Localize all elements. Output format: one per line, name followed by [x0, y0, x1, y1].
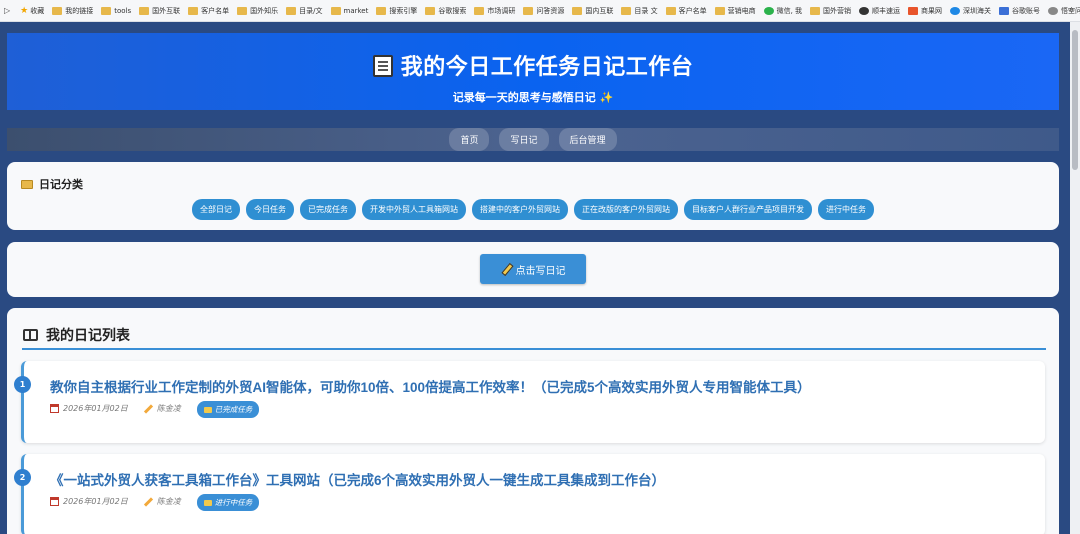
folder-icon	[101, 6, 112, 15]
entry-meta: 2026年01月02日 陈金凌 已完成任务	[50, 399, 260, 418]
bookmark-item[interactable]: 国外知乐	[237, 6, 278, 16]
bookmark-item[interactable]: 国外互联	[139, 6, 180, 16]
entry-category-badge[interactable]: 进行中任务	[196, 494, 260, 511]
folder-icon	[286, 6, 297, 15]
bookmark-item[interactable]: 微信, 我	[763, 6, 802, 16]
bookmark-item[interactable]: 深圳海关	[950, 6, 991, 16]
diary-list-heading: 我的日记列表	[23, 325, 130, 345]
bookmark-item[interactable]: 商果网	[908, 6, 942, 16]
bookmark-favorites[interactable]: ★ 收藏	[20, 6, 44, 16]
category-card: 日记分类 全部日记 今日任务 已完成任务 开发中外贸人工具箱网站 搭建中的客户外…	[7, 162, 1059, 230]
bookmark-item[interactable]: 客户名单	[665, 6, 707, 16]
page-header: 我的今日工作任务日记工作台 记录每一天的思考与感悟日记 ✨	[7, 33, 1059, 110]
bookmarks-bar: ▷ ★ 收藏 我的链接 tools 国外互联 客户名单 国外知乐 目录/文 mar…	[0, 0, 1080, 22]
heading-divider	[22, 348, 1046, 350]
write-diary-card: 点击写日记	[7, 242, 1059, 297]
diary-entry[interactable]: 2 《一站式外贸人获客工具箱工作台》工具网站（已完成6个高效实用外贸人一键生成工…	[14, 454, 1045, 534]
bookmark-item[interactable]: 悟空问答	[1048, 6, 1080, 16]
page-title: 我的今日工作任务日记工作台	[7, 49, 1059, 81]
category-client-site-redesign[interactable]: 正在改版的客户外贸网站	[574, 199, 678, 220]
bookmark-item[interactable]: 我的链接	[52, 6, 93, 16]
google-account-icon	[999, 6, 1010, 15]
folder-icon	[665, 6, 676, 15]
folder-icon	[139, 6, 150, 15]
bookmark-item[interactable]: 目录 文	[621, 6, 658, 16]
bookmark-item[interactable]: market	[330, 6, 368, 15]
folder-icon	[376, 6, 387, 15]
entry-category-badge[interactable]: 已完成任务	[196, 401, 260, 418]
folder-icon	[237, 6, 248, 15]
category-completed[interactable]: 已完成任务	[300, 199, 356, 220]
folder-icon	[810, 6, 821, 15]
pencil-icon	[501, 264, 511, 274]
calendar-icon	[50, 497, 59, 506]
entry-title-link[interactable]: 教你自主根据行业工作定制的外贸AI智能体，可助你10倍、100倍提高工作效率！（…	[50, 376, 811, 396]
category-list: 全部日记 今日任务 已完成任务 开发中外贸人工具箱网站 搭建中的客户外贸网站 正…	[7, 199, 1059, 220]
category-client-site-building[interactable]: 搭建中的客户外贸网站	[472, 199, 568, 220]
category-toolbox-dev[interactable]: 开发中外贸人工具箱网站	[362, 199, 466, 220]
category-heading: 日记分类	[21, 176, 83, 192]
bookmark-item[interactable]: 目录/文	[286, 6, 323, 16]
folder-icon	[203, 406, 212, 413]
page-subtitle: 记录每一天的思考与感悟日记 ✨	[452, 91, 614, 104]
folder-icon	[474, 6, 485, 15]
site-icon	[908, 6, 919, 15]
folder-icon	[523, 6, 534, 15]
entry-meta: 2026年01月02日 陈金凌 进行中任务	[50, 492, 260, 511]
folder-icon	[621, 6, 632, 15]
diary-list-card: 我的日记列表 1 教你自主根据行业工作定制的外贸AI智能体，可助你10倍、100…	[7, 308, 1059, 534]
bookmark-item[interactable]: 谷歌账号	[999, 6, 1040, 16]
pen-icon	[144, 497, 153, 506]
sidebar-toggle-icon[interactable]: ▷	[4, 6, 10, 15]
folder-icon	[572, 6, 583, 15]
folder-icon	[330, 6, 341, 15]
bookmark-item[interactable]: 顺丰速运	[859, 6, 900, 16]
nav-home[interactable]: 首页	[449, 128, 490, 151]
folder-icon	[203, 499, 212, 506]
memo-icon	[372, 55, 393, 77]
main-nav: 首页 写日记 后台管理	[7, 128, 1059, 151]
book-icon	[23, 329, 38, 341]
folder-icon	[21, 179, 33, 189]
entry-author: 陈金凌	[144, 403, 181, 414]
wechat-icon	[763, 6, 774, 15]
category-target-customers[interactable]: 目标客户人群行业产品项目开发	[684, 199, 812, 220]
entry-date: 2026年01月02日	[50, 496, 128, 507]
bookmark-item[interactable]: 营销电商	[714, 6, 756, 16]
nav-write-diary[interactable]: 写日记	[499, 128, 549, 151]
bookmark-item[interactable]: 国内互联	[572, 6, 613, 16]
bookmark-item[interactable]: 国外营销	[810, 6, 851, 16]
diary-entry[interactable]: 1 教你自主根据行业工作定制的外贸AI智能体，可助你10倍、100倍提高工作效率…	[14, 361, 1045, 443]
folder-icon	[425, 6, 436, 15]
bookmark-item[interactable]: 问答资源	[523, 6, 564, 16]
entry-author: 陈金凌	[144, 496, 181, 507]
scrollbar-thumb[interactable]	[1072, 30, 1078, 170]
bookmark-item[interactable]: 搜索引擎	[376, 6, 417, 16]
sf-express-icon	[859, 6, 870, 15]
entry-title-link[interactable]: 《一站式外贸人获客工具箱工作台》工具网站（已完成6个高效实用外贸人一键生成工具集…	[50, 469, 665, 489]
folder-icon	[188, 6, 199, 15]
wukong-icon	[1048, 6, 1059, 15]
folder-icon	[714, 6, 725, 15]
more-bookmarks-icon[interactable]: »	[1069, 5, 1074, 14]
star-icon: ★	[20, 5, 29, 16]
entry-date: 2026年01月02日	[50, 403, 128, 414]
category-today[interactable]: 今日任务	[246, 199, 294, 220]
bookmark-item[interactable]: tools	[101, 6, 131, 15]
page-scrollbar[interactable]	[1070, 22, 1080, 534]
category-all[interactable]: 全部日记	[192, 199, 240, 220]
category-in-progress[interactable]: 进行中任务	[818, 199, 874, 220]
bookmark-item[interactable]: 谷歌搜索	[425, 6, 466, 16]
bookmark-item[interactable]: 客户名单	[188, 6, 229, 16]
bookmark-item[interactable]: 市场调研	[474, 6, 515, 16]
pen-icon	[144, 404, 153, 413]
write-diary-button[interactable]: 点击写日记	[480, 254, 586, 284]
folder-icon	[52, 6, 63, 15]
customs-icon	[950, 6, 961, 15]
entry-number: 2	[14, 469, 31, 486]
nav-admin[interactable]: 后台管理	[558, 128, 617, 151]
calendar-icon	[50, 404, 59, 413]
entry-number: 1	[14, 376, 31, 393]
